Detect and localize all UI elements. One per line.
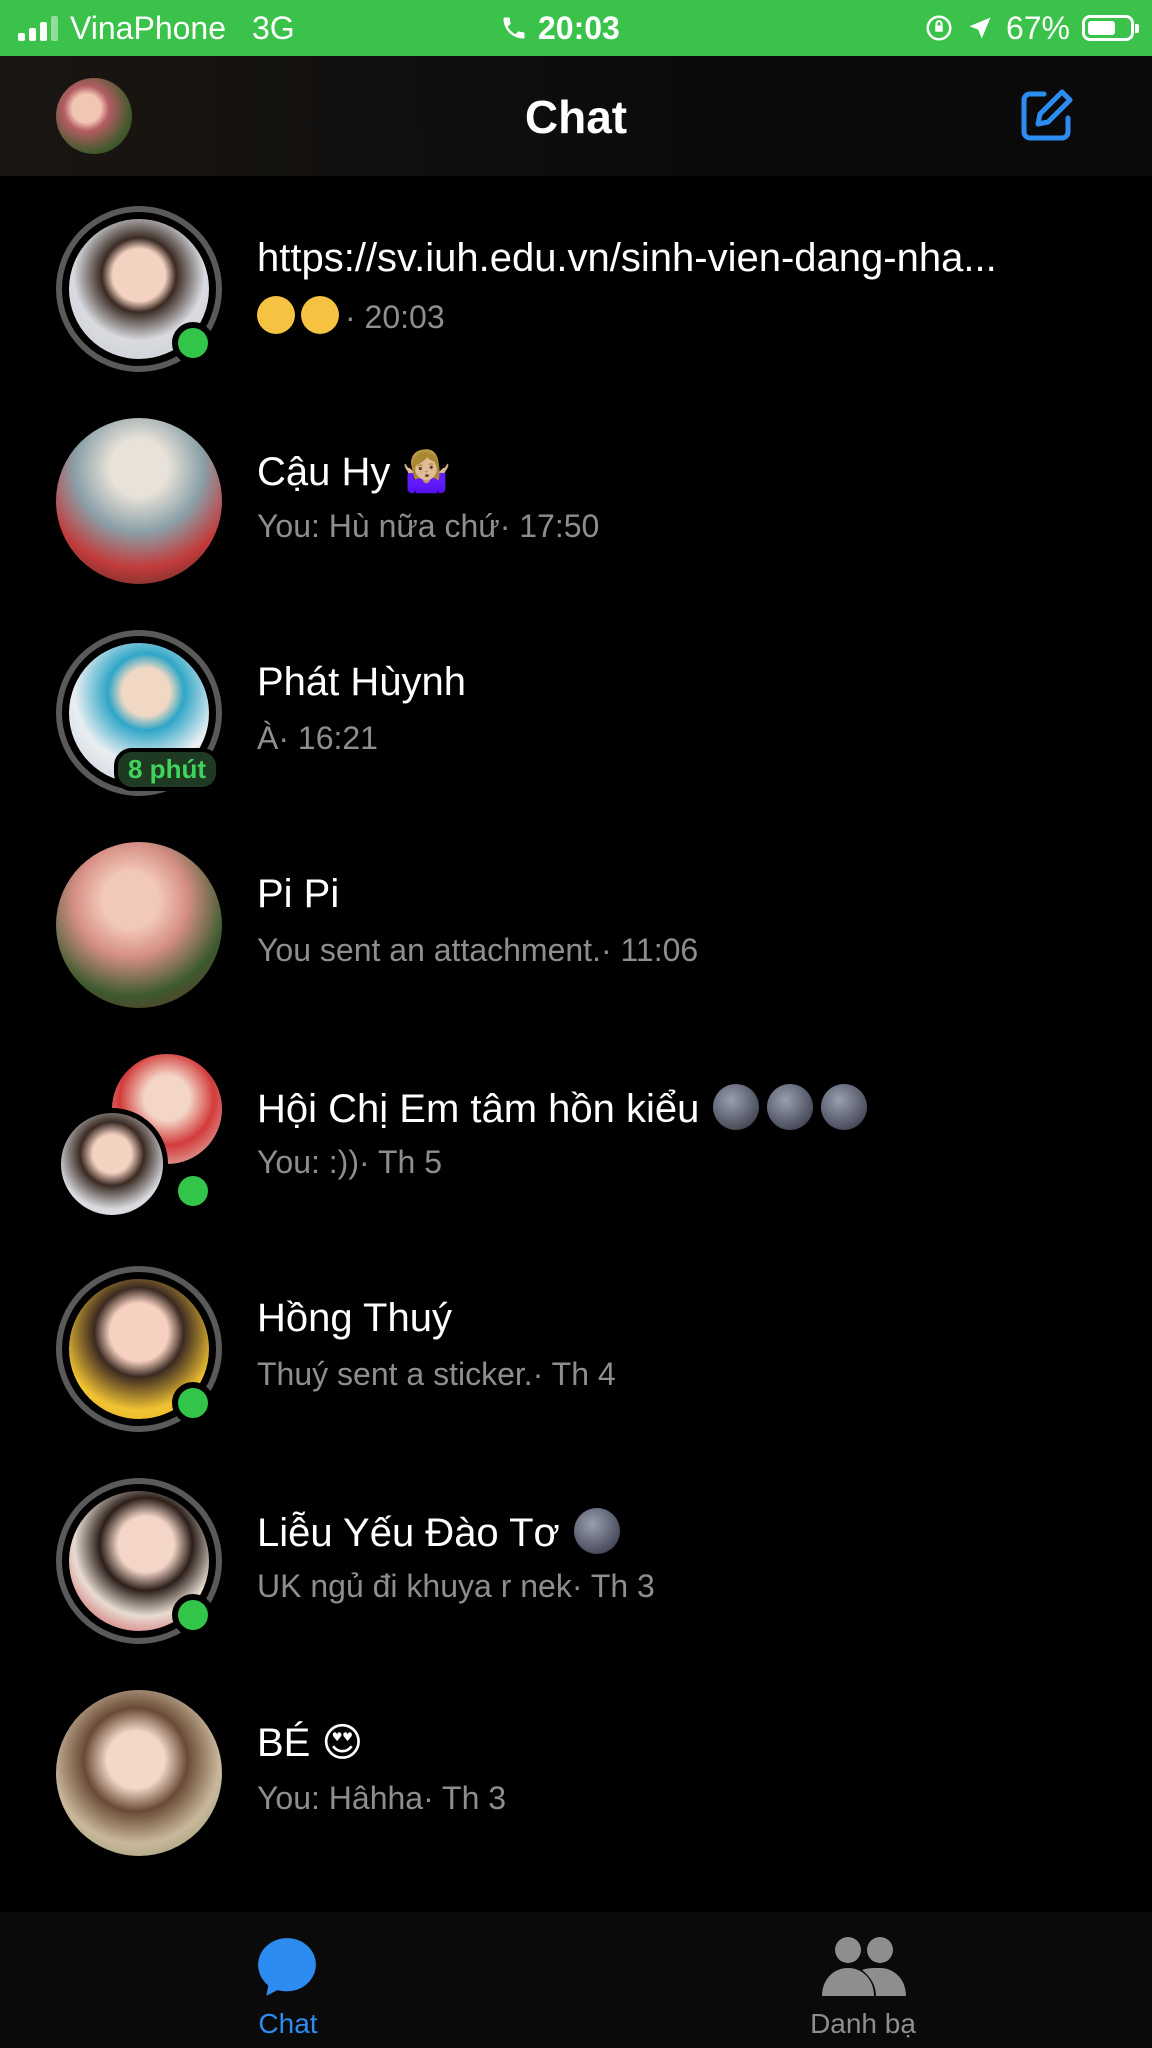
conversation-preview: UK ngủ đi khuya r nek· Th 3 [257,1568,655,1604]
tab-label: Chat [258,2008,318,2039]
avatar-photo [56,1108,168,1220]
conversation-row[interactable]: Hồng Thuý Thuý sent a sticker.· Th 4 [0,1236,1152,1448]
group-avatar [56,1054,222,1220]
status-left: VinaPhone 3G [18,0,295,56]
avatar [56,842,222,1008]
online-indicator [172,1170,214,1212]
conversation-row[interactable]: BÉ 😍 You: Hâhha· Th 3 [0,1660,1152,1872]
avatar [56,418,222,584]
grimacing-face-icon [257,296,295,334]
status-bar: VinaPhone 3G 20:03 67% [0,0,1152,56]
avatar: 8 phút [56,630,222,796]
conversation-row[interactable]: 8 phút Phát Hùynh À· 16:21 [0,600,1152,812]
conversation-name: Hội Chị Em tâm hồn kiểu [257,1084,868,1132]
grimacing-face-icon [301,296,339,334]
page-title: Chat [524,91,628,143]
tab-label: Danh bạ [810,2008,916,2039]
avatar [56,1478,222,1644]
chat-bubble-icon [258,1938,316,1996]
status-center: 20:03 [500,0,620,56]
battery-icon [1082,15,1139,41]
compose-icon[interactable] [1016,86,1076,146]
avatar-photo [56,1690,222,1856]
orientation-lock-icon [926,15,952,41]
conversation-row[interactable]: Cậu Hy 🤷🏼‍♀️ You: Hù nữa chứ· 17:50 [0,388,1152,600]
conversation-name: BÉ 😍 [257,1721,364,1765]
new-moon-face-icon [573,1508,620,1554]
signal-icon [18,15,58,41]
avatar [56,1266,222,1432]
conversation-preview: You sent an attachment.· 11:06 [257,932,699,968]
phone-call-icon [503,17,525,39]
conversation-row[interactable]: Liễu Yếu Đào Tơ UK ngủ đi khuya r nek· T… [0,1448,1152,1660]
carrier-name: VinaPhone [70,9,226,46]
conversation-preview: À· 16:21 [257,720,378,756]
tab-contacts[interactable]: Danh bạ [770,1912,956,2048]
tab-bar: Chat Danh bạ [0,1912,1152,2048]
conversation-preview: You: Hù nữa chứ· 17:50 [257,508,600,544]
online-indicator [172,1594,214,1636]
conversation-name-text: Liễu Yếu Đào Tơ [257,1511,560,1555]
new-moon-face-icon [767,1084,814,1130]
clock: 20:03 [538,9,620,46]
preview-text: · 20:03 [345,299,445,335]
battery-percent: 67% [1005,9,1070,46]
conversation-preview: You: Hâhha· Th 3 [257,1780,507,1816]
avatar-photo [56,842,222,1008]
conversation-name: Hồng Thuý [257,1296,452,1340]
conversation-preview: Thuý sent a sticker.· Th 4 [257,1356,616,1392]
conversation-name: https://sv.iuh.edu.vn/sinh-vien-dang-nha… [257,236,997,280]
conversation-preview: · 20:03 [257,296,445,336]
network-type: 3G [252,9,295,46]
avatar-photo [56,418,222,584]
location-arrow-icon [969,17,991,39]
conversation-name: Liễu Yếu Đào Tơ [257,1508,620,1556]
new-moon-face-icon [713,1084,760,1130]
conversation-name: Pi Pi [257,872,340,916]
conversation-name: Phát Hùynh [257,660,467,704]
conversation-name-text: Hội Chị Em tâm hồn kiểu [257,1087,700,1131]
new-moon-face-icon [821,1084,868,1130]
status-right: 67% [924,0,1139,56]
conversation-name: Cậu Hy 🤷🏼‍♀️ [257,450,452,494]
active-time-badge: 8 phút [114,748,220,791]
online-indicator [172,322,214,364]
people-icon [822,1937,906,1996]
online-indicator [172,1382,214,1424]
tab-chat[interactable]: Chat [200,1912,376,2048]
header: Chat [0,56,1152,176]
avatar [56,1690,222,1856]
avatar [56,206,222,372]
conversation-row[interactable]: https://sv.iuh.edu.vn/sinh-vien-dang-nha… [0,176,1152,388]
conversation-row[interactable]: Pi Pi You sent an attachment.· 11:06 [0,812,1152,1024]
conversation-preview: You: :))· Th 5 [257,1144,442,1180]
conversation-row[interactable]: Hội Chị Em tâm hồn kiểu You: :))· Th 5 [0,1024,1152,1236]
